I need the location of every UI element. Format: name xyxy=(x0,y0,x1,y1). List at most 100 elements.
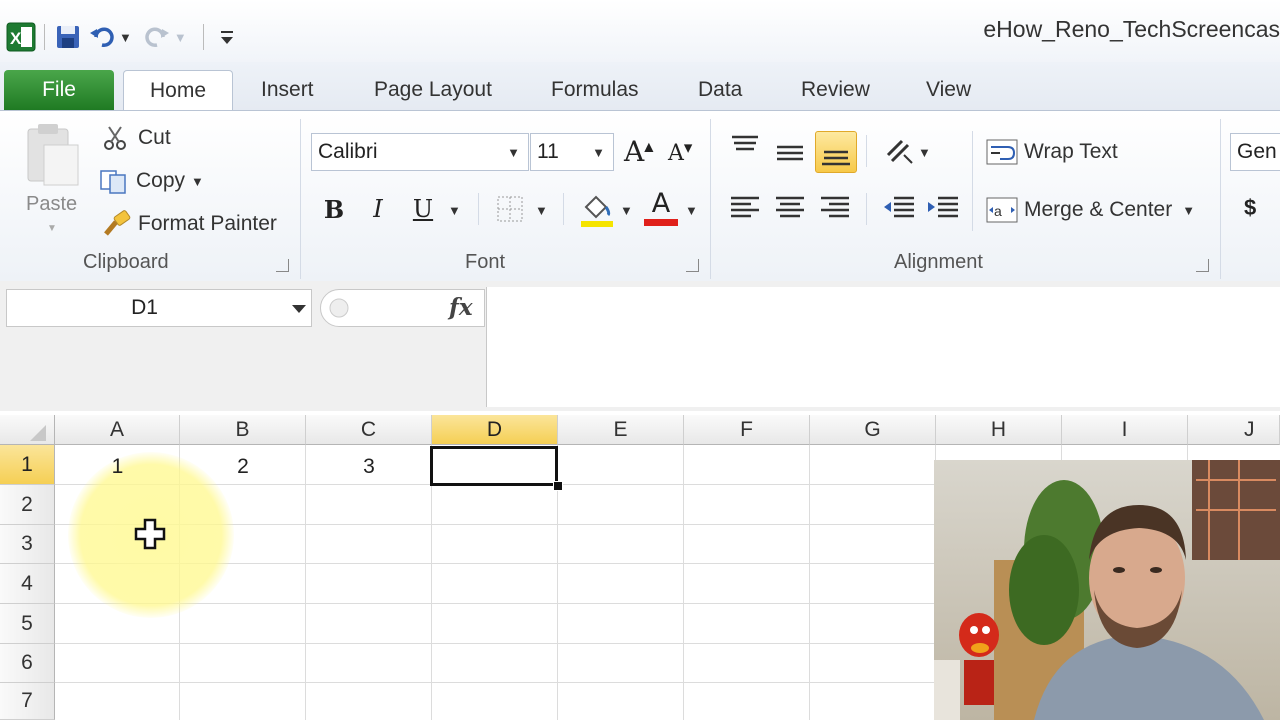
merge-center-label: Merge & Center xyxy=(1024,198,1173,221)
borders-button[interactable] xyxy=(496,195,524,228)
font-launcher-icon[interactable] xyxy=(686,259,699,272)
cut-button[interactable]: Cut xyxy=(102,121,171,155)
font-name-select[interactable]: Calibri ▼ xyxy=(311,133,529,171)
window-title: eHow_Reno_TechScreencas xyxy=(983,16,1280,42)
insert-function-button[interactable]: fx xyxy=(449,294,473,321)
wrap-text-label: Wrap Text xyxy=(1024,140,1118,163)
column-header-g[interactable]: G xyxy=(810,415,936,445)
name-box[interactable]: D1 xyxy=(6,289,312,327)
orientation-button[interactable] xyxy=(882,135,916,172)
row-header-2[interactable]: 2 xyxy=(0,485,55,525)
format-painter-label: Format Painter xyxy=(138,212,277,235)
customize-toolbar-icon[interactable] xyxy=(210,20,244,54)
column-header-a[interactable]: A xyxy=(55,415,180,445)
copy-dropdown-icon[interactable]: ▼ xyxy=(191,174,204,189)
column-header-f[interactable]: F xyxy=(684,415,810,445)
underline-button[interactable]: U xyxy=(407,191,439,227)
column-header-i[interactable]: I xyxy=(1062,415,1188,445)
row-header-6[interactable]: 6 xyxy=(0,644,55,683)
undo-dropdown-icon[interactable]: ▼ xyxy=(119,30,132,45)
borders-dropdown-icon[interactable]: ▼ xyxy=(535,203,548,218)
cell-a1[interactable]: 1 xyxy=(55,455,180,479)
column-header-c[interactable]: C xyxy=(306,415,432,445)
column-header-b[interactable]: B xyxy=(180,415,306,445)
column-header-j[interactable]: J xyxy=(1188,415,1280,445)
format-painter-button[interactable]: Format Painter xyxy=(102,207,277,241)
tab-view[interactable]: View xyxy=(926,70,971,110)
clipboard-launcher-icon[interactable] xyxy=(276,259,289,272)
merge-dropdown-icon[interactable]: ▼ xyxy=(1182,203,1195,218)
orientation-dropdown-icon[interactable]: ▼ xyxy=(918,145,931,160)
row-header-5[interactable]: 5 xyxy=(0,604,55,644)
paste-button[interactable]: Paste ▼ xyxy=(20,121,84,241)
currency-button[interactable]: $ xyxy=(1244,195,1256,221)
formula-controls: fx xyxy=(320,289,485,327)
paste-label: Paste xyxy=(26,193,78,215)
cell-d1[interactable] xyxy=(430,446,558,486)
alignment-launcher-icon[interactable] xyxy=(1196,259,1209,272)
tab-page-layout[interactable]: Page Layout xyxy=(374,70,492,110)
font-color-button[interactable]: A xyxy=(644,189,678,227)
formula-bar-grip-icon[interactable] xyxy=(327,296,351,320)
align-right-button[interactable] xyxy=(818,193,852,228)
italic-button[interactable]: I xyxy=(362,191,394,227)
text-orientation-icon xyxy=(886,139,913,164)
tab-formulas[interactable]: Formulas xyxy=(551,70,639,110)
cell-b1[interactable]: 2 xyxy=(180,455,306,479)
quick-access-toolbar: X ▼ ▼ xyxy=(4,18,244,56)
group-divider xyxy=(866,135,867,167)
group-divider xyxy=(972,131,973,231)
tab-file[interactable]: File xyxy=(4,70,114,110)
font-color-swatch xyxy=(644,219,678,226)
excel-logo-icon[interactable]: X xyxy=(4,20,38,54)
bottom-align-button[interactable] xyxy=(815,131,857,173)
fill-color-dropdown-icon[interactable]: ▼ xyxy=(620,203,633,218)
underline-dropdown-icon[interactable]: ▼ xyxy=(448,203,461,218)
formula-input[interactable] xyxy=(486,287,1280,407)
chevron-down-icon: ▼ xyxy=(507,144,520,160)
select-all-button[interactable] xyxy=(0,415,55,445)
row-header-7[interactable]: 7 xyxy=(0,683,55,720)
borders-icon xyxy=(497,196,523,222)
cell-c1[interactable]: 3 xyxy=(306,455,432,479)
font-size-select[interactable]: 11 ▼ xyxy=(530,133,614,171)
align-bottom-icon xyxy=(822,150,850,166)
tab-review[interactable]: Review xyxy=(801,70,870,110)
align-center-button[interactable] xyxy=(773,193,807,228)
row-header-4[interactable]: 4 xyxy=(0,564,55,604)
row-header-1[interactable]: 1 xyxy=(0,445,55,485)
group-divider xyxy=(710,119,711,279)
top-align-button[interactable] xyxy=(728,133,762,168)
middle-align-button[interactable] xyxy=(773,139,807,174)
column-header-e[interactable]: E xyxy=(558,415,684,445)
decrease-indent-button[interactable] xyxy=(882,193,916,228)
tab-insert[interactable]: Insert xyxy=(261,70,314,110)
bold-button[interactable]: B xyxy=(318,191,350,227)
shrink-font-button[interactable]: A▼ xyxy=(668,141,692,166)
group-divider xyxy=(866,193,867,225)
fill-handle[interactable] xyxy=(553,481,563,491)
row-header-3[interactable]: 3 xyxy=(0,525,55,564)
column-header-d[interactable]: D xyxy=(432,415,558,445)
paste-dropdown-icon[interactable]: ▼ xyxy=(47,223,57,234)
increase-indent-button[interactable] xyxy=(926,193,960,228)
number-format-select[interactable]: Gen xyxy=(1230,133,1280,171)
redo-icon[interactable] xyxy=(140,20,174,54)
column-header-h[interactable]: H xyxy=(936,415,1062,445)
grow-font-button[interactable]: A▲ xyxy=(624,135,653,168)
tab-home[interactable]: Home xyxy=(123,70,233,111)
gridline xyxy=(305,445,306,720)
tab-data[interactable]: Data xyxy=(698,70,742,110)
wrap-text-button[interactable]: Wrap Text xyxy=(986,135,1118,169)
font-color-dropdown-icon[interactable]: ▼ xyxy=(685,203,698,218)
copy-button[interactable]: Copy ▼ xyxy=(98,164,204,198)
paste-icon xyxy=(27,124,79,186)
save-icon[interactable] xyxy=(51,20,85,54)
group-divider xyxy=(478,193,479,225)
align-center-icon xyxy=(776,196,804,218)
align-left-button[interactable] xyxy=(728,193,762,228)
undo-icon[interactable] xyxy=(85,20,119,54)
redo-dropdown-icon[interactable]: ▼ xyxy=(174,30,187,45)
fill-color-button[interactable] xyxy=(580,191,614,232)
merge-center-button[interactable]: a Merge & Center ▼ xyxy=(986,193,1195,227)
